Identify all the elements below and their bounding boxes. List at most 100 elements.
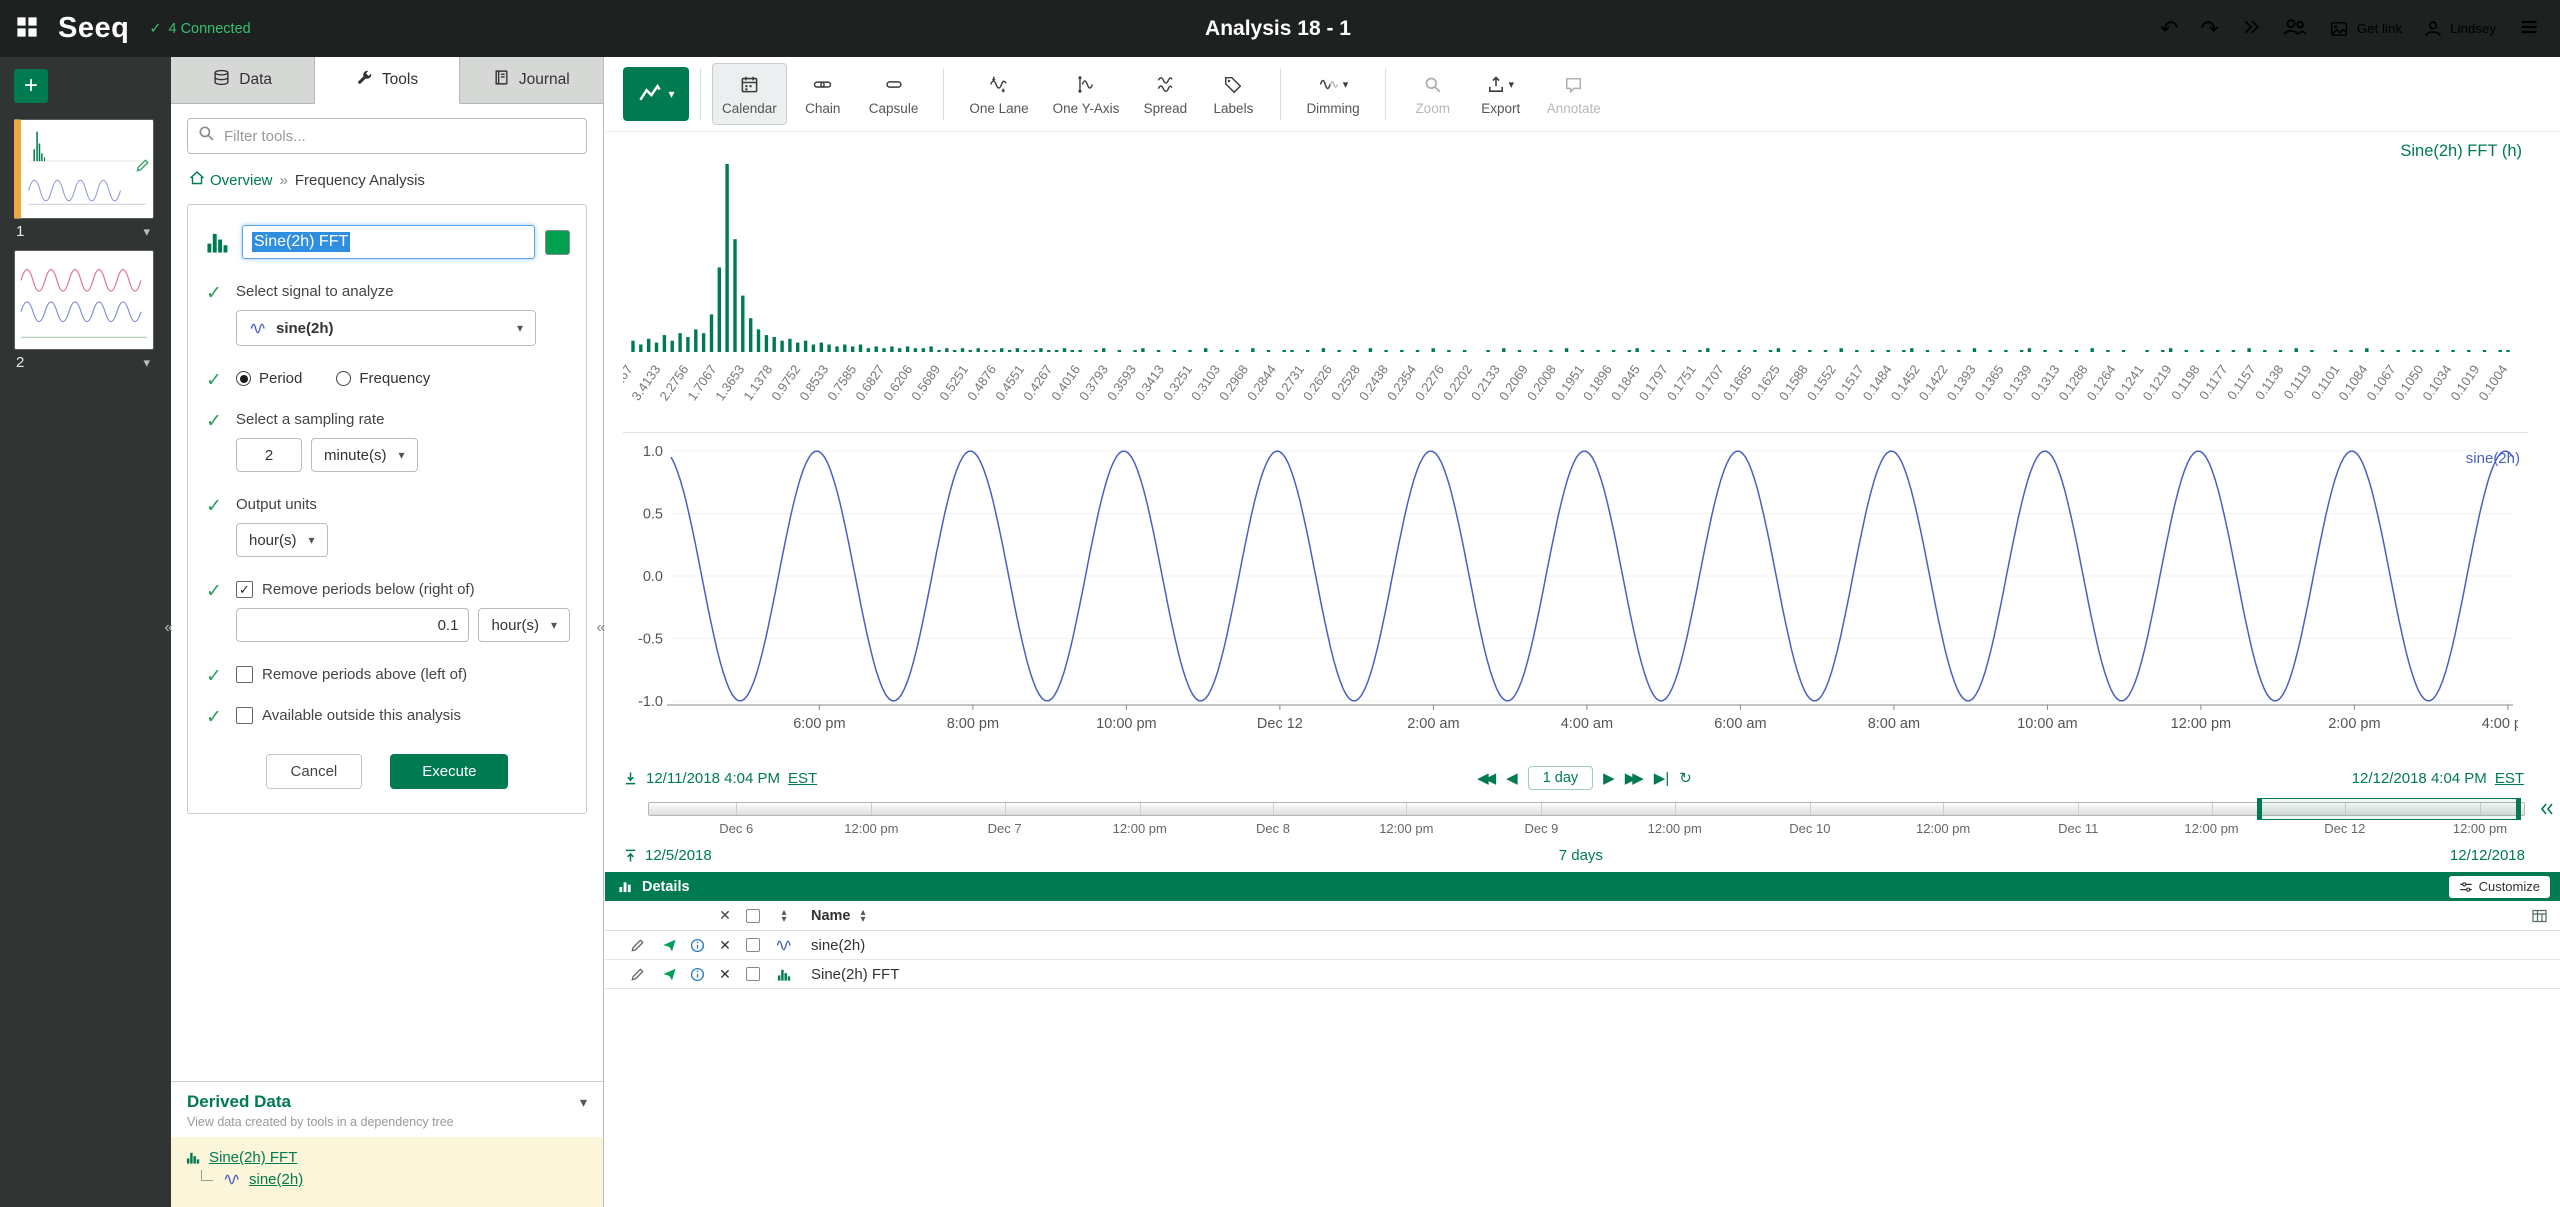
sort-by-type-control[interactable]: ▴▾ bbox=[767, 909, 801, 923]
display-range-start[interactable]: 12/11/2018 4:04 PMEST bbox=[623, 770, 817, 787]
filter-tools-searchbox[interactable] bbox=[187, 118, 587, 154]
timeline-bar[interactable] bbox=[648, 802, 2525, 816]
timeline-selection[interactable] bbox=[2257, 798, 2522, 820]
toolbar-one-lane-button[interactable]: One Lane bbox=[959, 63, 1038, 125]
worksheet-1[interactable]: 1▾ bbox=[0, 119, 171, 250]
sort-by-name-control[interactable]: ▴▾ bbox=[861, 909, 866, 923]
tab-tools[interactable]: Tools bbox=[315, 57, 459, 104]
toolbar-dimming-button[interactable]: ▾Dimming bbox=[1296, 63, 1369, 125]
remove-below-checkbox[interactable]: ✓Remove periods below (right of) bbox=[236, 581, 570, 598]
present-mode-icon[interactable] bbox=[2241, 18, 2261, 39]
filter-tools-input[interactable] bbox=[224, 128, 576, 145]
display-type-selector-button[interactable]: ▾ bbox=[623, 67, 689, 121]
item-name[interactable]: Sine(2h) FFT bbox=[811, 966, 899, 983]
step-forward-fast-button[interactable]: ▶▶ bbox=[1625, 769, 1644, 787]
collapse-derived-chevron[interactable]: ▾ bbox=[580, 1094, 587, 1111]
derived-data-item[interactable]: sine(2h) bbox=[197, 1168, 589, 1191]
seeq-logo[interactable]: Seeq bbox=[58, 12, 129, 45]
connection-status[interactable]: ✓4 Connected bbox=[149, 21, 250, 37]
below-threshold-input[interactable] bbox=[236, 608, 469, 642]
worksheet-menu-chevron-icon[interactable]: ▾ bbox=[143, 355, 150, 371]
derived-item-link[interactable]: sine(2h) bbox=[249, 1171, 303, 1188]
item-name[interactable]: sine(2h) bbox=[811, 937, 865, 954]
hamburger-menu-icon[interactable] bbox=[2518, 17, 2540, 40]
item-info-icon[interactable] bbox=[683, 967, 711, 982]
undo-button[interactable]: ↶ bbox=[2160, 18, 2178, 40]
sine-series-label[interactable]: sine(2h) bbox=[2466, 450, 2520, 467]
investigate-start[interactable]: 12/5/2018 bbox=[623, 847, 712, 864]
home-link[interactable]: Overview bbox=[189, 170, 273, 190]
redo-button[interactable]: ↷ bbox=[2200, 18, 2218, 40]
step-forward-button[interactable]: ▶ bbox=[1603, 769, 1615, 787]
worksheet-number: 2 bbox=[16, 354, 24, 371]
worksheet-thumbnail[interactable] bbox=[14, 250, 154, 350]
step-back-button[interactable]: ◀ bbox=[1506, 769, 1518, 787]
item-info-icon[interactable] bbox=[683, 938, 711, 953]
fft-bar-chart[interactable]: 6.82673.41332.27561.70671.36531.13780.97… bbox=[623, 157, 2518, 432]
toolbar-capsule-button[interactable]: Capsule bbox=[859, 63, 929, 125]
toolbar-spread-button[interactable]: Spread bbox=[1133, 63, 1197, 125]
duration-button[interactable]: 1 day bbox=[1528, 766, 1593, 790]
tab-data[interactable]: Data bbox=[171, 57, 315, 103]
collapse-tools-panel-button[interactable]: « bbox=[592, 610, 610, 646]
item-checkbox[interactable] bbox=[739, 938, 767, 952]
frequency-radio[interactable]: Frequency bbox=[336, 370, 430, 387]
new-worksheet-button[interactable]: + bbox=[14, 69, 48, 103]
sampling-units-dropdown[interactable]: minute(s)▾ bbox=[311, 438, 418, 472]
get-link-button[interactable]: Get link bbox=[2329, 20, 2402, 38]
sine-line-chart[interactable]: 1.00.50.0-0.5-1.06:00 pm8:00 pm10:00 pmD… bbox=[623, 435, 2518, 735]
toolbar-labels-button[interactable]: Labels bbox=[1201, 63, 1265, 125]
cancel-button[interactable]: Cancel bbox=[266, 754, 363, 789]
svg-text:10:00 pm: 10:00 pm bbox=[1096, 716, 1156, 732]
auto-update-button[interactable]: ↻ bbox=[1679, 769, 1692, 787]
signal-select-dropdown[interactable]: sine(2h) ▾ bbox=[236, 310, 536, 346]
derived-item-link[interactable]: Sine(2h) FFT bbox=[209, 1149, 297, 1166]
tab-journal[interactable]: Journal bbox=[460, 57, 603, 103]
item-checkbox[interactable] bbox=[739, 967, 767, 981]
edit-item-icon[interactable] bbox=[619, 938, 655, 953]
sampling-rate-input[interactable] bbox=[236, 438, 302, 472]
toolbar-chain-button[interactable]: Chain bbox=[791, 63, 855, 125]
edit-item-icon[interactable] bbox=[619, 967, 655, 982]
table-edit-icon[interactable] bbox=[2531, 908, 2548, 924]
remove-above-checkbox[interactable]: Remove periods above (left of) bbox=[236, 666, 570, 683]
period-radio[interactable]: Period bbox=[236, 370, 302, 387]
app-grid-button[interactable] bbox=[16, 16, 38, 41]
timeline-tick-label: 12:00 pm bbox=[1916, 821, 1970, 836]
derived-data-item[interactable]: Sine(2h) FFT bbox=[185, 1147, 589, 1168]
toolbar-one-y-axis-button[interactable]: One Y-Axis bbox=[1043, 63, 1130, 125]
below-units-dropdown[interactable]: hour(s)▾ bbox=[478, 608, 570, 642]
worksheet-thumbnail[interactable] bbox=[14, 119, 154, 219]
user-menu-button[interactable]: Lindsey bbox=[2424, 20, 2496, 38]
available-outside-checkbox[interactable]: Available outside this analysis bbox=[236, 707, 570, 724]
customize-button[interactable]: Customize bbox=[2449, 876, 2550, 898]
investigate-duration[interactable]: 7 days bbox=[1559, 847, 1603, 864]
step-to-end-button[interactable]: ▶| bbox=[1654, 769, 1669, 787]
worksheet-menu-chevron-icon[interactable]: ▾ bbox=[143, 224, 150, 240]
execute-button[interactable]: Execute bbox=[390, 754, 508, 789]
remove-item-icon[interactable]: ✕ bbox=[711, 966, 739, 983]
worksheet-2[interactable]: 2▾ bbox=[0, 250, 171, 381]
display-range-end[interactable]: 12/12/2018 4:04 PMEST bbox=[2352, 770, 2524, 787]
edit-worksheet-pencil-icon[interactable] bbox=[135, 158, 150, 173]
tool-name-input[interactable]: Sine(2h) FFT bbox=[242, 225, 535, 259]
remove-item-icon[interactable]: ✕ bbox=[711, 937, 739, 954]
users-icon[interactable] bbox=[2283, 17, 2307, 40]
name-column-header[interactable]: Name bbox=[811, 908, 851, 924]
collapse-range-icon[interactable] bbox=[2539, 801, 2555, 817]
investigate-end[interactable]: 12/12/2018 bbox=[2450, 847, 2525, 864]
collapse-worksheet-strip-button[interactable]: « bbox=[160, 610, 178, 646]
investigate-timeline[interactable]: Dec 612:00 pmDec 712:00 pmDec 812:00 pmD… bbox=[648, 798, 2525, 842]
send-item-icon[interactable] bbox=[655, 938, 683, 953]
toolbar-calendar-button[interactable]: Calendar bbox=[712, 63, 787, 125]
toolbar-export-button[interactable]: ▾Export bbox=[1469, 63, 1533, 125]
select-all-checkbox[interactable] bbox=[739, 909, 767, 923]
output-units-dropdown[interactable]: hour(s)▾ bbox=[236, 523, 328, 557]
svg-text:0.1004: 0.1004 bbox=[2475, 362, 2510, 403]
panel-tab-bar: Data Tools Journal bbox=[171, 57, 603, 104]
color-swatch-button[interactable] bbox=[545, 230, 570, 255]
step-back-full-button[interactable]: ◀◀ bbox=[1477, 769, 1496, 787]
chevron-down-icon: ▾ bbox=[668, 87, 674, 101]
send-item-icon[interactable] bbox=[655, 967, 683, 982]
remove-all-column-icon[interactable]: ✕ bbox=[711, 907, 739, 924]
